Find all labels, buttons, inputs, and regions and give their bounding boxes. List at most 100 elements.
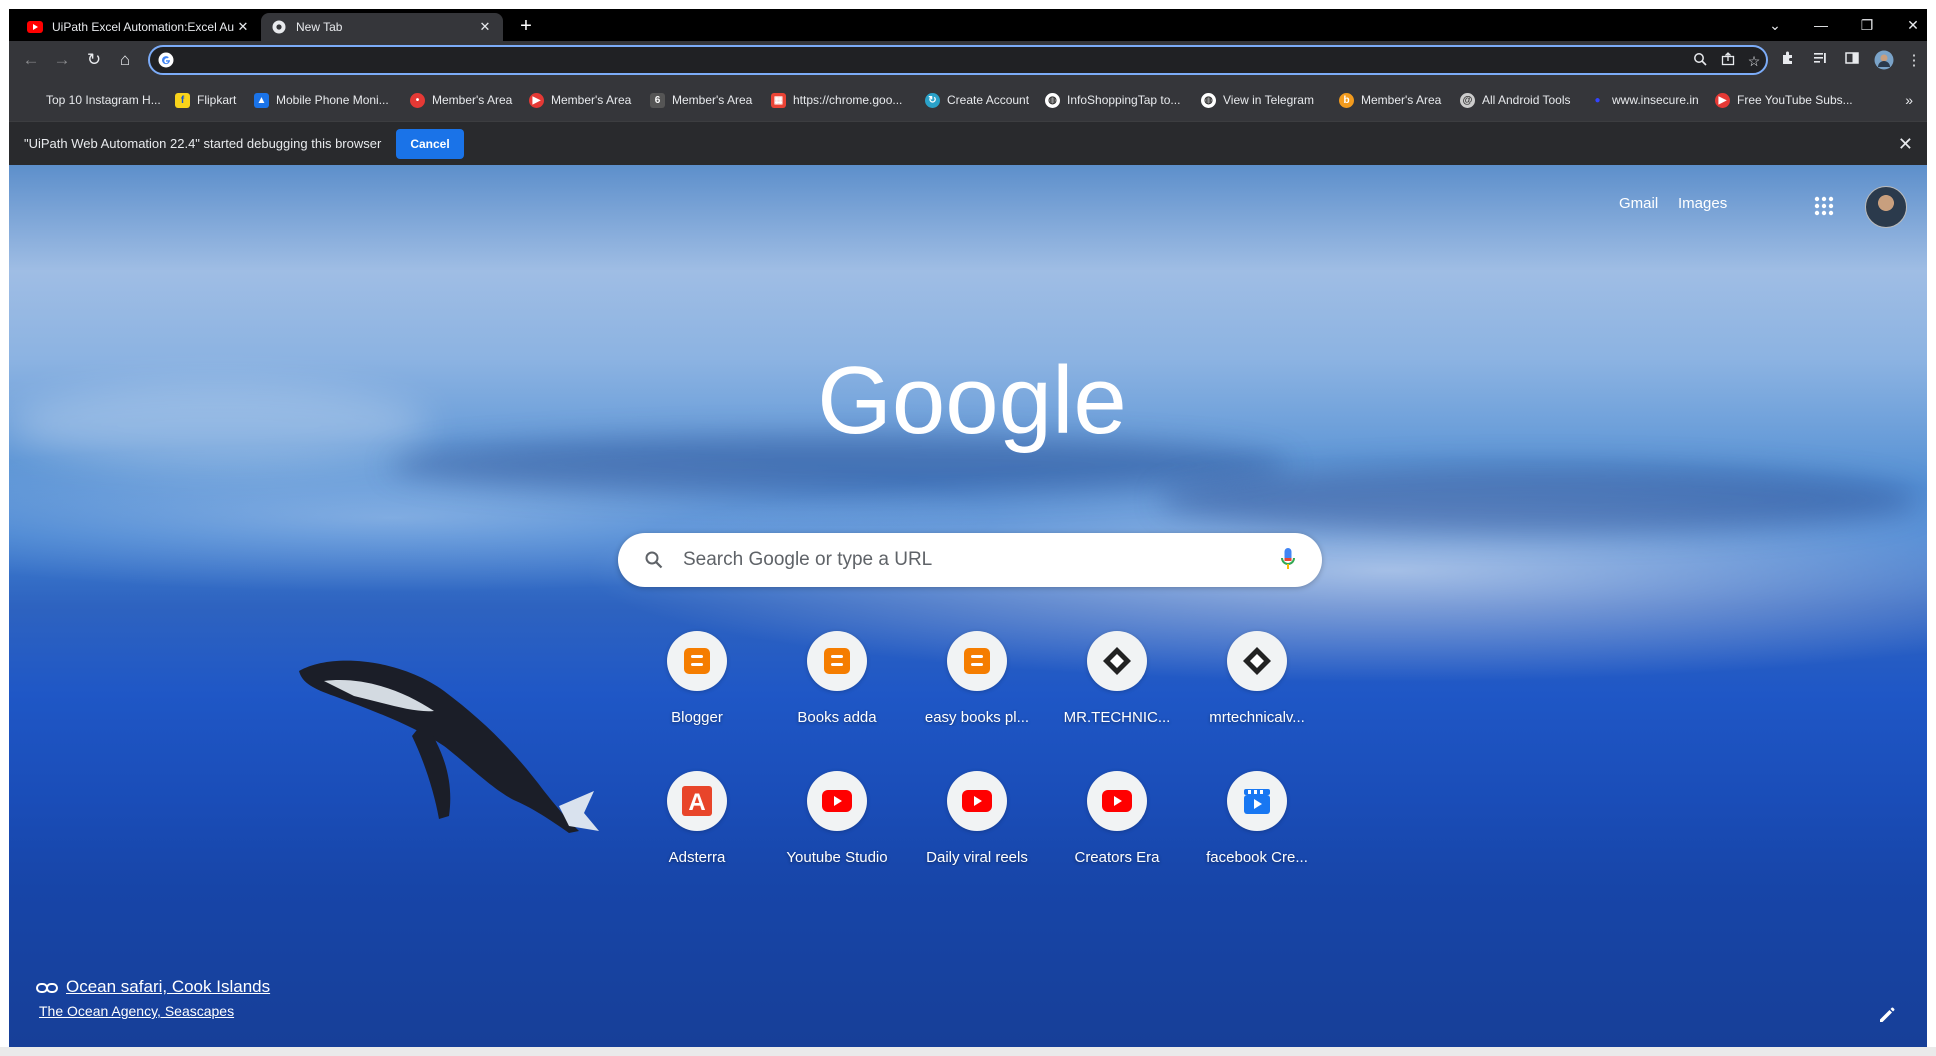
share-icon[interactable] [1718, 51, 1738, 71]
shortcut-tile[interactable]: Daily viral reels [907, 771, 1047, 901]
bookmark-item[interactable]: ▲ Mobile Phone Moni... [254, 90, 389, 110]
bookmark-label: Flipkart [197, 93, 237, 107]
bookmark-item[interactable]: f Flipkart [175, 90, 236, 110]
shortcut-tile[interactable]: facebook Cre... [1187, 771, 1327, 901]
google-logo: Google [817, 351, 1127, 454]
infobar-message: "UiPath Web Automation 22.4" started deb… [24, 136, 382, 151]
tab-close-icon[interactable]: ✕ [477, 19, 493, 35]
search-icon [645, 551, 663, 569]
new-tab-page: Gmail Images Google Search Google or typ… [9, 165, 1927, 1047]
side-panel-icon[interactable] [1841, 50, 1863, 72]
minimize-button[interactable]: — [1806, 15, 1836, 35]
account-avatar[interactable] [1865, 186, 1907, 228]
bookmark-item[interactable]: ◍ View in Telegram [1201, 90, 1314, 110]
shortcut-icon-circle [1087, 631, 1147, 691]
red-play-circle-icon: ▶ [529, 92, 544, 108]
back-button[interactable]: ← [19, 48, 43, 72]
gmail-link[interactable]: Gmail [1619, 195, 1658, 212]
tab-close-icon[interactable]: ✕ [235, 19, 251, 35]
shortcut-icon-circle [807, 631, 867, 691]
at-icon: @ [1460, 92, 1475, 108]
bookmark-label: Member's Area [551, 93, 632, 107]
six-icon: 6 [650, 92, 665, 108]
google-g-icon [158, 52, 174, 68]
shortcut-icon-circle [807, 771, 867, 831]
shortcut-label: Daily viral reels [926, 849, 1028, 866]
customize-pencil-icon[interactable] [1877, 1005, 1897, 1025]
infobar-close-icon[interactable]: ✕ [1898, 134, 1913, 155]
shortcut-label: Youtube Studio [786, 849, 888, 866]
chrome-icon [271, 19, 287, 35]
shortcut-tile[interactable]: Creators Era [1047, 771, 1187, 901]
bookmark-item[interactable]: b Member's Area [1339, 90, 1441, 110]
clapper-icon [1244, 789, 1270, 814]
globe-icon: ◍ [1201, 92, 1216, 108]
adsterra-icon: A [682, 786, 712, 816]
cancel-debugging-button[interactable]: Cancel [396, 129, 464, 159]
bookmark-item[interactable]: ▦ https://chrome.goo... [771, 90, 902, 110]
bookmark-item[interactable]: ▶ Member's Area [529, 90, 631, 110]
menu-kebab-icon[interactable]: ⋮ [1903, 50, 1925, 72]
shortcut-tile[interactable]: easy books pl... [907, 631, 1047, 761]
attribution-title-link[interactable]: Ocean safari, Cook Islands [66, 977, 270, 997]
store-icon: ▦ [771, 92, 786, 108]
voice-search-icon[interactable] [1280, 547, 1296, 571]
bookmark-label: Mobile Phone Moni... [276, 93, 389, 107]
tab-search-icon[interactable]: ⌄ [1760, 15, 1790, 35]
restore-button[interactable]: ❐ [1852, 15, 1882, 35]
svg-text:A: A [688, 789, 705, 816]
bookmark-label: Create Account [947, 93, 1030, 107]
attribution-subtitle-link[interactable]: The Ocean Agency, Seascapes [39, 1003, 234, 1019]
tab-new-tab[interactable]: New Tab ✕ [261, 13, 503, 41]
close-window-button[interactable]: ✕ [1898, 15, 1927, 35]
shortcut-label: Blogger [671, 709, 723, 726]
youtube-icon [1102, 790, 1132, 812]
browser-window: UiPath Excel Automation:Excel Au ✕ New T… [9, 9, 1927, 1047]
blogger-icon [684, 648, 710, 674]
bookmark-label: All Android Tools [1482, 93, 1571, 107]
bookmark-label: www.insecure.in [1612, 93, 1699, 107]
shortcut-tile[interactable]: Books adda [767, 631, 907, 761]
bookmark-item[interactable]: ◍ InfoShoppingTap to... [1045, 90, 1180, 110]
bookmark-item[interactable]: @ All Android Tools [1460, 90, 1571, 110]
images-link[interactable]: Images [1678, 195, 1727, 212]
bookmark-item[interactable]: ▶ Free YouTube Subs... [1715, 90, 1853, 110]
bookmark-item[interactable]: 6 Member's Area [650, 90, 752, 110]
address-bar[interactable]: ☆ [148, 45, 1768, 75]
extensions-icon[interactable] [1777, 50, 1799, 72]
bookmark-item[interactable]: Top 10 Instagram H... [46, 90, 161, 110]
new-tab-button[interactable]: + [515, 15, 537, 37]
shortcut-tile[interactable]: Blogger [627, 631, 767, 761]
bookmark-star-icon[interactable]: ☆ [1744, 51, 1764, 71]
reload-button[interactable]: ↻ [82, 48, 106, 72]
youtube-icon [822, 790, 852, 812]
search-box[interactable]: Search Google or type a URL [618, 533, 1322, 587]
tab-title: UiPath Excel Automation:Excel Au [52, 20, 235, 34]
profile-avatar[interactable] [1873, 50, 1895, 72]
bookmarks-bar: Top 10 Instagram H... f Flipkart ▲ Mobil… [9, 79, 1927, 121]
taskbar-edge [0, 1047, 1936, 1056]
b-icon: b [1339, 92, 1354, 108]
bookmark-item[interactable]: • Member's Area [410, 90, 512, 110]
shortcut-tile[interactable]: mrtechnicalv... [1187, 631, 1327, 761]
shortcut-tile[interactable]: MR.TECHNIC... [1047, 631, 1187, 761]
shortcut-tile[interactable]: Youtube Studio [767, 771, 907, 901]
reading-list-icon[interactable] [1809, 50, 1831, 72]
zoom-icon[interactable] [1690, 51, 1710, 71]
debugging-infobar: "UiPath Web Automation 22.4" started deb… [9, 121, 1927, 166]
address-input[interactable] [182, 49, 1636, 73]
bookmark-item[interactable]: ↻ Create Account [925, 90, 1029, 110]
apps-grid-icon[interactable] [1813, 195, 1835, 217]
bookmark-label: https://chrome.goo... [793, 93, 903, 107]
blogger-icon [824, 648, 850, 674]
tab-uipath-excel[interactable]: UiPath Excel Automation:Excel Au ✕ [17, 13, 261, 41]
shortcut-icon-circle [947, 771, 1007, 831]
home-button[interactable]: ⌂ [113, 48, 137, 72]
bookmark-item[interactable]: ● www.insecure.in [1590, 90, 1699, 110]
tab-title: New Tab [296, 20, 343, 34]
shortcut-label: Books adda [797, 709, 877, 726]
shortcut-tile[interactable]: A Adsterra [627, 771, 767, 901]
shortcut-icon-circle [1227, 771, 1287, 831]
forward-button[interactable]: → [50, 48, 74, 72]
bookmarks-overflow-icon[interactable]: » [1905, 92, 1913, 108]
